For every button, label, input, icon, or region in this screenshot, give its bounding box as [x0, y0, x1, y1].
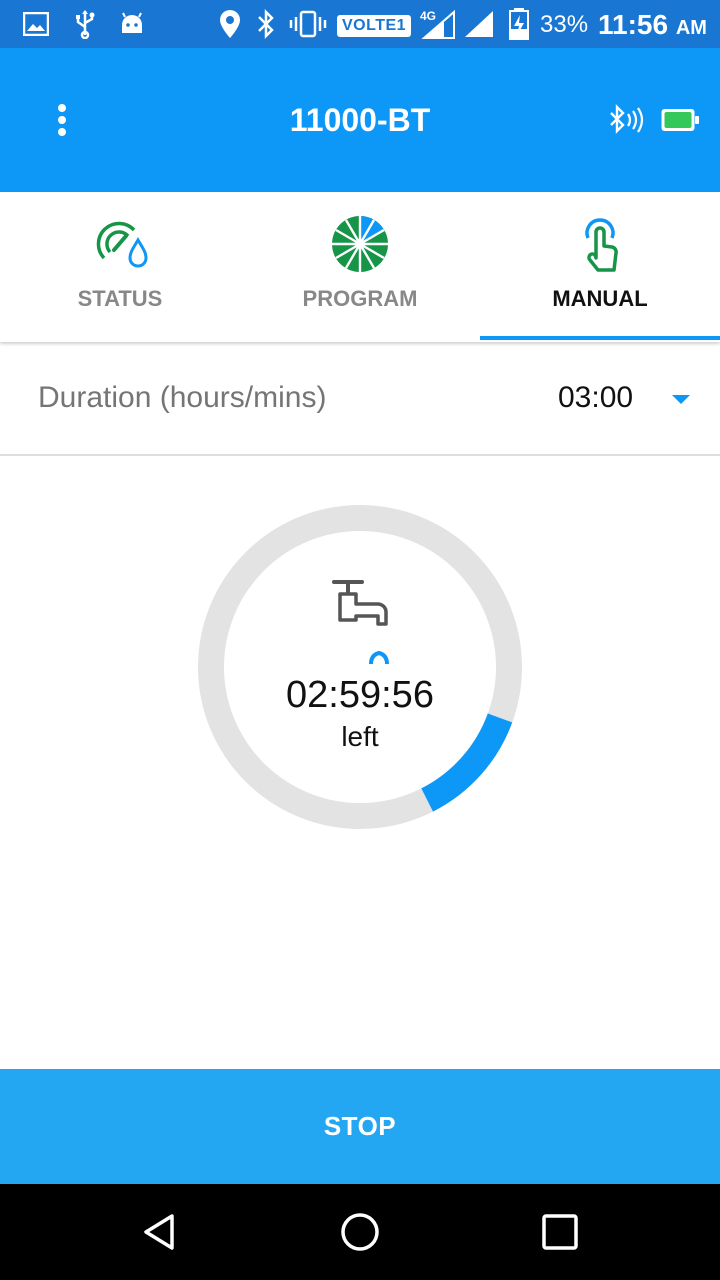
- android-icon: [118, 8, 146, 40]
- status-bar: VOLTE1 4G 33% 11:56 AM: [0, 0, 720, 48]
- network-type: 4G: [420, 9, 436, 23]
- water-tap-icon: [330, 578, 392, 636]
- duration-value[interactable]: 03:00: [558, 378, 633, 418]
- duration-label: Duration (hours/mins): [38, 381, 327, 414]
- time-left-label: left: [341, 721, 379, 752]
- vibrate-icon: [288, 8, 328, 40]
- clock-time: 11:56: [598, 9, 669, 40]
- battery-full-icon: [660, 106, 700, 134]
- signal-icon: 4G: [420, 8, 456, 40]
- clock-ampm: AM: [675, 17, 707, 39]
- bluetooth-connected-icon[interactable]: [606, 102, 646, 138]
- battery-charging-icon: [506, 8, 532, 40]
- time-left-value: 02:59:56: [286, 674, 434, 716]
- volte-badge: VOLTE1: [337, 15, 412, 37]
- tab-bar: STATUS PROGRAM MANUAL: [0, 192, 720, 342]
- home-icon[interactable]: [338, 1210, 382, 1254]
- tab-program-label: PROGRAM: [302, 286, 418, 311]
- sprinkler-wheel-icon: [330, 214, 390, 274]
- water-drop-icon: [368, 650, 390, 666]
- tab-manual-label: MANUAL: [552, 286, 648, 311]
- tab-status[interactable]: STATUS: [0, 192, 240, 342]
- app-bar: 11000-BT: [0, 48, 720, 192]
- battery-percent: 33%: [540, 11, 589, 38]
- back-icon[interactable]: [138, 1210, 182, 1254]
- location-icon: [218, 8, 242, 40]
- bluetooth-icon: [254, 8, 278, 40]
- tab-manual[interactable]: MANUAL: [480, 192, 720, 342]
- recents-icon[interactable]: [538, 1210, 582, 1254]
- signal-icon: [462, 8, 496, 40]
- touch-hand-icon: [570, 214, 630, 274]
- tab-status-label: STATUS: [77, 286, 163, 311]
- timer-progress-ring: [198, 505, 522, 829]
- usb-icon: [72, 8, 98, 40]
- duration-selector[interactable]: Duration (hours/mins) 03:00: [0, 342, 720, 456]
- image-icon: [22, 8, 50, 40]
- stop-button[interactable]: STOP: [0, 1069, 720, 1184]
- tab-active-indicator: [480, 336, 720, 340]
- system-nav-bar: [0, 1184, 720, 1280]
- dropdown-caret-icon[interactable]: [670, 392, 692, 406]
- gauge-drop-icon: [90, 214, 150, 274]
- tab-program[interactable]: PROGRAM: [240, 192, 480, 342]
- clock: 11:56 AM: [598, 8, 707, 45]
